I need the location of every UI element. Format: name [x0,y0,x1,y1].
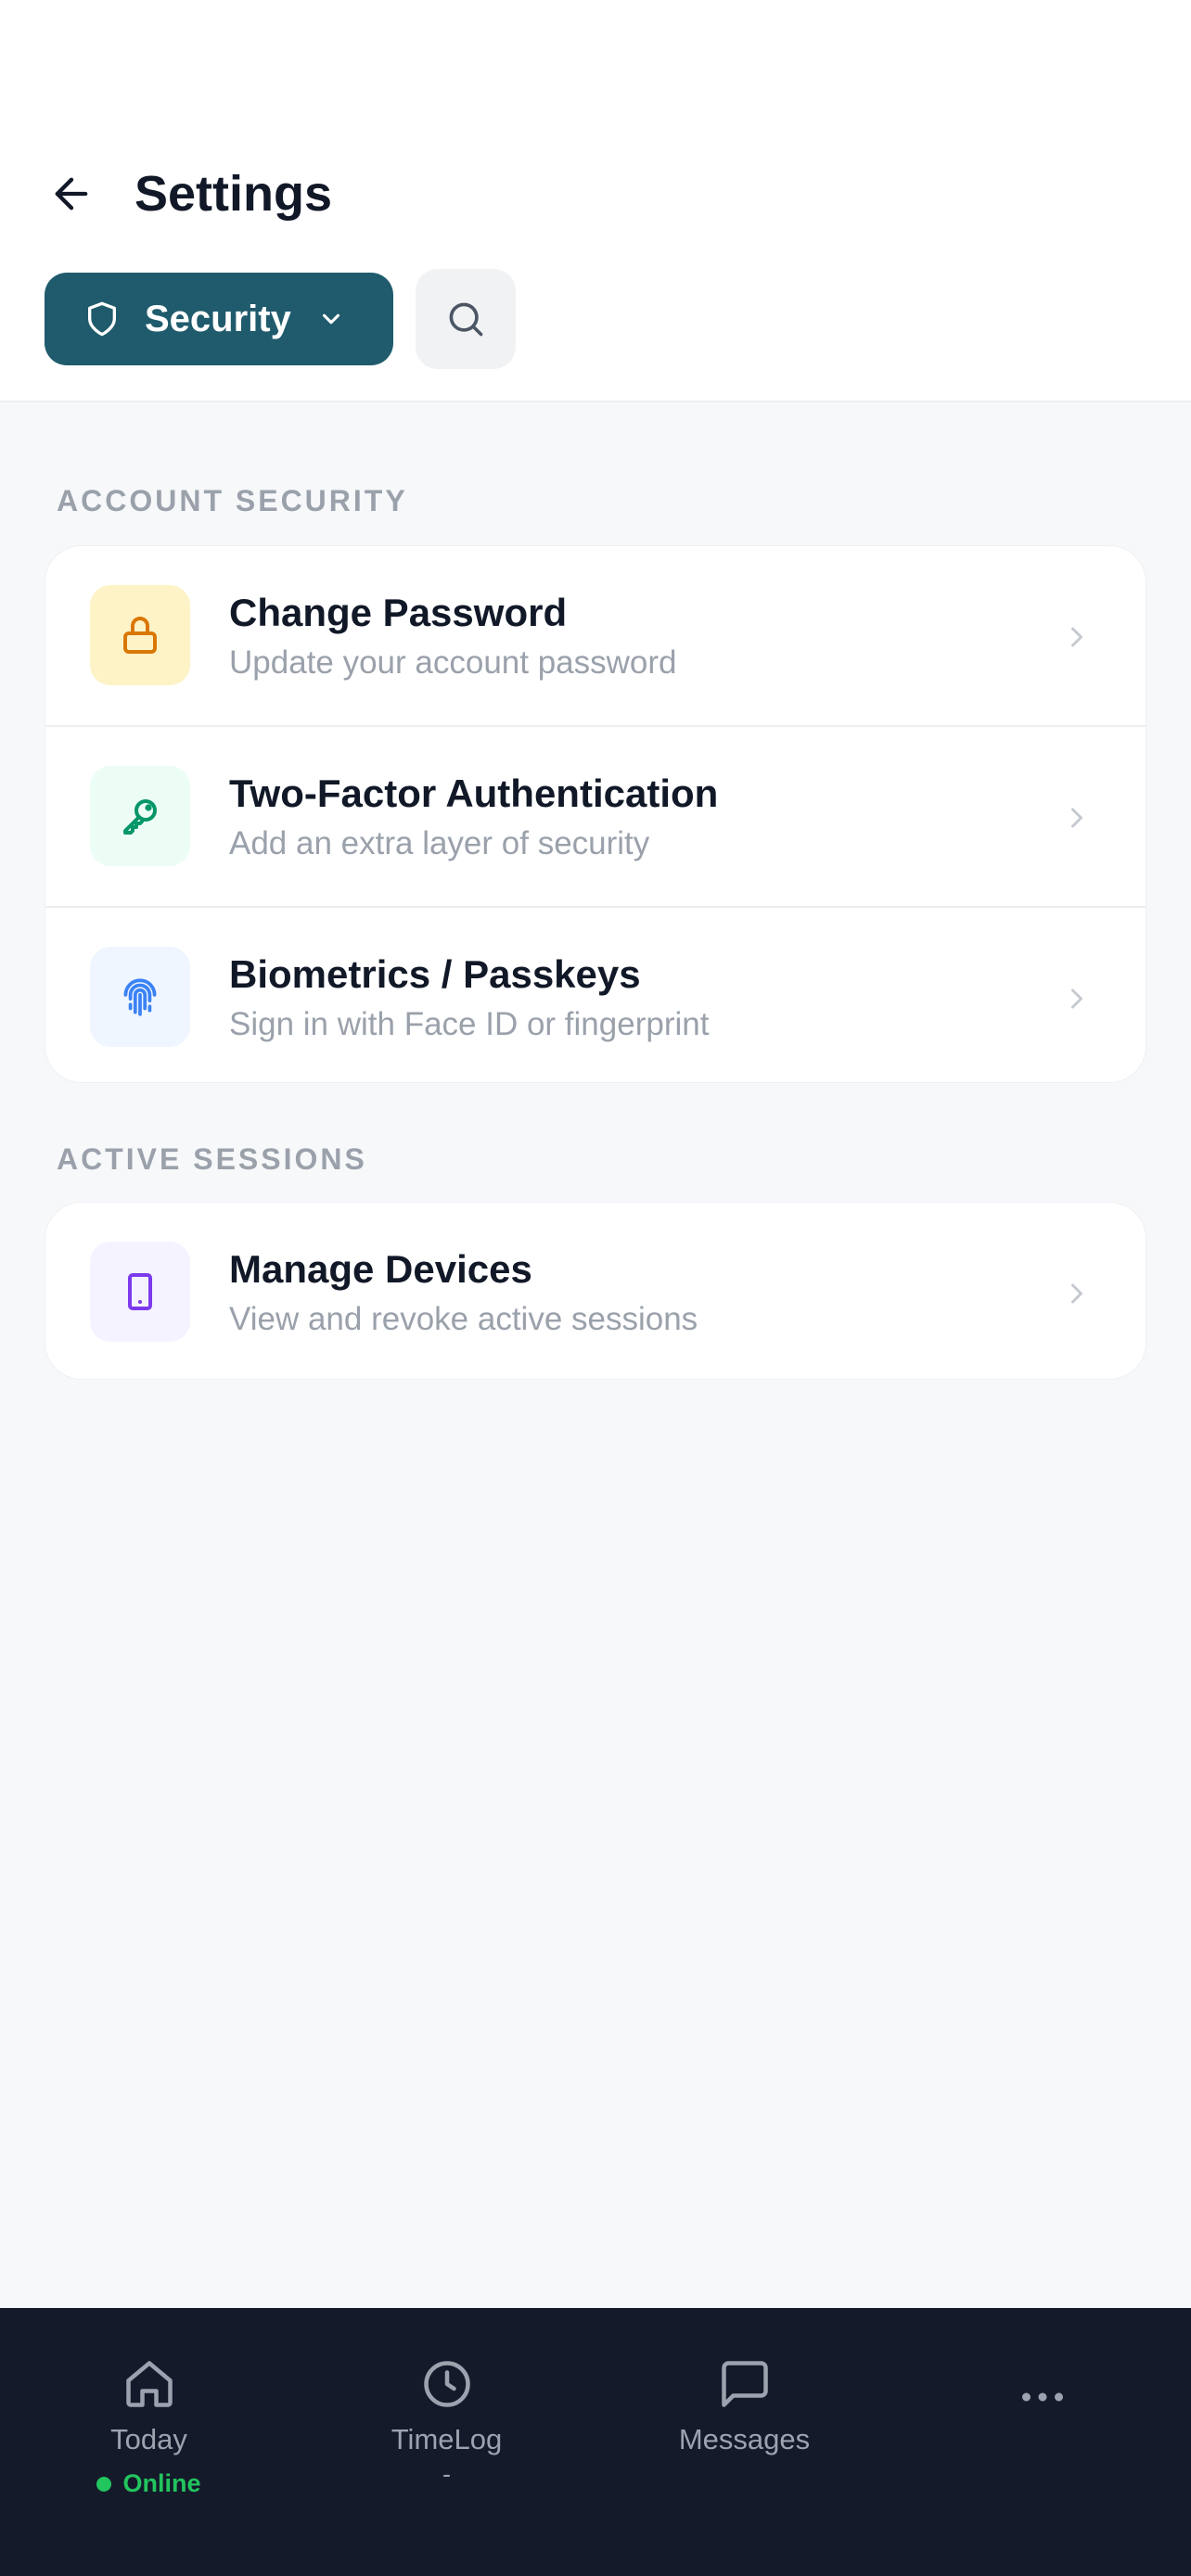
row-subtitle: View and revoke active sessions [229,1301,698,1337]
key-icon-tile [90,766,190,866]
header: Settings Security [0,0,1191,402]
search-button[interactable] [416,269,516,369]
row-subtitle: Add an extra layer of security [229,825,650,861]
search-icon [449,302,483,337]
arrow-left-icon [55,177,88,210]
back-button[interactable] [41,163,102,224]
row-subtitle: Update your account password [229,644,677,681]
chevron-right-icon [1071,1283,1082,1304]
row-subtitle: Sign in with Face ID or fingerprint [229,1006,710,1042]
fingerprint-icon [123,978,157,1016]
message-square-icon [721,2361,768,2407]
smartphone-icon-tile [90,1242,190,1342]
key-icon [123,799,157,835]
active-sessions-card: Manage Devices View and revoke active se… [45,1202,1146,1380]
page-title: Settings [134,166,333,222]
settings-row-manage-devices[interactable]: Manage Devices View and revoke active se… [45,1203,1146,1379]
nav-item-more[interactable] [893,2308,1191,2576]
more-horizontal-icon [1021,2392,1063,2402]
online-status: Online [0,2469,298,2498]
nav-item-today[interactable]: Today Online [0,2308,298,2576]
row-title: Manage Devices [229,1247,532,1291]
bottom-nav: Today Online TimeLog - Messages [0,2308,1191,2576]
chevron-right-icon [1071,988,1082,1009]
section-label-active-sessions: ACTIVE SESSIONS [57,1142,367,1176]
row-title: Biometrics / Passkeys [229,952,641,996]
settings-row-change-password[interactable]: Change Password Update your account pass… [45,546,1146,727]
nav-sublabel: - [442,2460,451,2488]
online-status-label: Online [122,2469,201,2497]
lock-icon [123,617,157,654]
section-selector[interactable]: Security [45,273,393,365]
clock-icon [423,2361,470,2407]
chevron-right-icon [1071,627,1082,647]
online-dot [96,2476,112,2492]
nav-label: Today [110,2423,187,2455]
section-label-account-security: ACCOUNT SECURITY [57,484,408,517]
settings-row-two-factor[interactable]: Two-Factor Authentication Add an extra l… [45,727,1146,908]
home-icon [125,2361,173,2407]
lock-icon-tile [90,585,190,685]
shield-icon [88,301,117,337]
fingerprint-icon-tile [90,947,190,1047]
section-selector-label: Security [145,298,291,339]
row-title: Change Password [229,591,568,634]
nav-label: Messages [678,2423,811,2455]
nav-item-messages[interactable]: Messages [596,2308,893,2576]
chevron-down-icon [322,313,339,325]
smartphone-icon [128,1273,152,1310]
chevron-right-icon [1071,808,1082,828]
nav-label: TimeLog [391,2423,503,2455]
account-security-card: Change Password Update your account pass… [45,545,1146,1083]
nav-item-timelog[interactable]: TimeLog - [298,2308,596,2576]
row-title: Two-Factor Authentication [229,772,719,815]
settings-row-biometrics[interactable]: Biometrics / Passkeys Sign in with Face … [45,908,1146,1082]
